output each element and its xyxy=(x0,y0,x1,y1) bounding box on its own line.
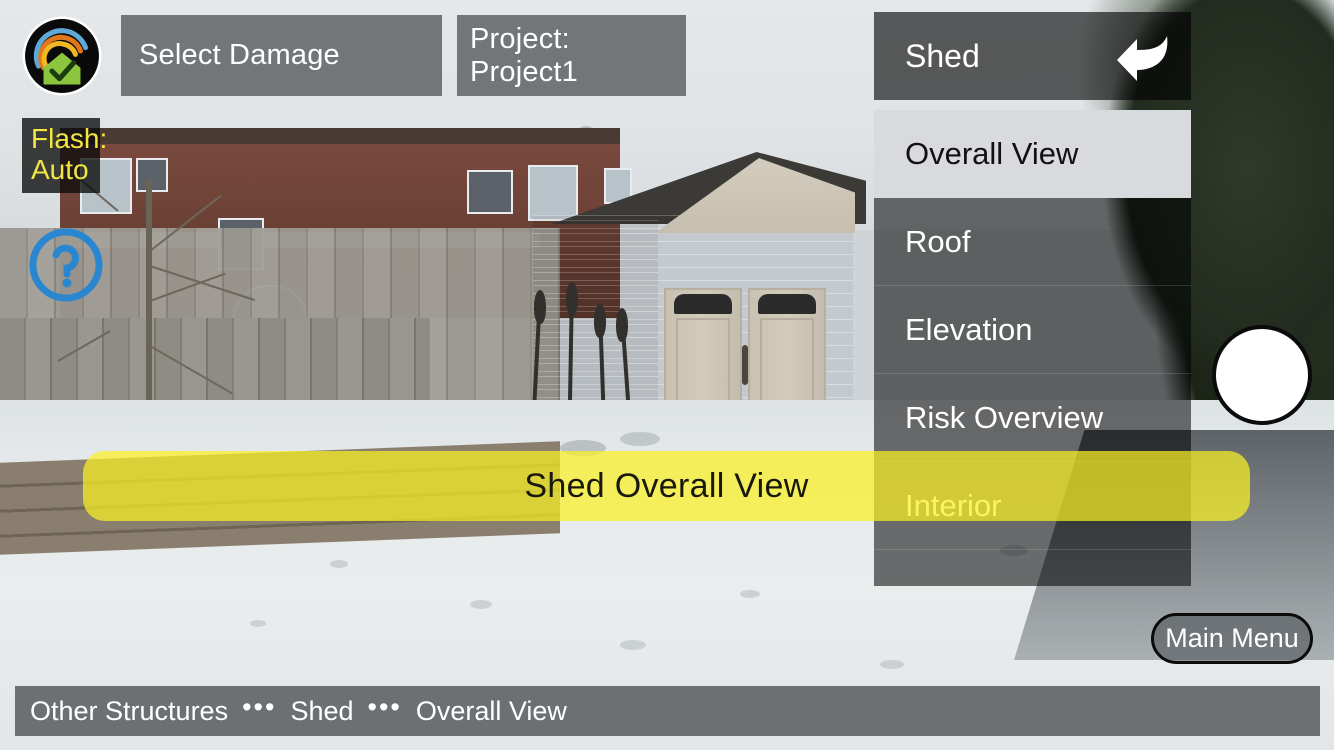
garden-pole-tip xyxy=(566,282,578,316)
camera-shutter-button[interactable] xyxy=(1212,325,1312,425)
garden-pole-tip xyxy=(594,304,606,338)
menu-item-risk-overview[interactable]: Risk Overview xyxy=(874,374,1191,462)
capture-instruction-label: Shed Overall View xyxy=(524,466,809,505)
breadcrumb-item-other-structures[interactable]: Other Structures xyxy=(30,696,228,727)
camera-capture-screen: Select Damage Project: Project1 Flash: A… xyxy=(0,0,1334,750)
capture-instruction-banner: Shed Overall View xyxy=(83,451,1250,521)
menu-item-overall-view[interactable]: Overall View xyxy=(874,110,1191,198)
main-menu-label: Main Menu xyxy=(1165,623,1299,653)
garden-pole-tip xyxy=(534,290,546,324)
building-window xyxy=(528,165,578,221)
snow-speck xyxy=(330,560,348,568)
shed-door-handle xyxy=(742,345,748,385)
snow-speck xyxy=(620,640,646,650)
project-label: Project: Project1 xyxy=(470,22,578,88)
snow-speck xyxy=(250,620,266,627)
building-window xyxy=(136,158,168,192)
select-damage-label: Select Damage xyxy=(139,39,340,71)
rock xyxy=(620,432,660,446)
menu-item-label: Overall View xyxy=(905,136,1079,171)
select-damage-button[interactable]: Select Damage xyxy=(121,15,442,96)
menu-item-elevation[interactable]: Elevation xyxy=(874,286,1191,374)
category-menu-title: Shed xyxy=(905,37,980,74)
breadcrumb-item-overall-view[interactable]: Overall View xyxy=(416,696,567,727)
breadcrumb-separator: ••• xyxy=(367,691,402,722)
main-menu-button[interactable]: Main Menu xyxy=(1151,613,1313,664)
breadcrumb-separator: ••• xyxy=(242,691,277,722)
menu-item-label: Elevation xyxy=(905,311,1033,347)
question-mark-circle-icon[interactable] xyxy=(26,225,106,305)
shed-door-window xyxy=(674,294,732,314)
breadcrumb: Other Structures ••• Shed ••• Overall Vi… xyxy=(15,686,1320,736)
category-menu-header: Shed xyxy=(874,12,1191,100)
menu-item-roof[interactable]: Roof xyxy=(874,198,1191,286)
breadcrumb-item-shed[interactable]: Shed xyxy=(290,696,353,727)
menu-item-label: Risk Overview xyxy=(905,399,1104,435)
flash-value: Auto xyxy=(31,154,89,185)
menu-item-label: Roof xyxy=(905,223,971,259)
house-check-logo-icon[interactable] xyxy=(20,14,104,98)
back-arrow-icon[interactable] xyxy=(1113,30,1175,82)
snow-speck xyxy=(880,660,904,669)
snow-speck xyxy=(470,600,492,609)
flash-indicator[interactable]: Flash: Auto xyxy=(22,118,108,193)
building-window xyxy=(467,170,513,214)
snow-speck xyxy=(740,590,760,598)
project-button[interactable]: Project: Project1 xyxy=(457,15,686,96)
flash-label: Flash: xyxy=(31,123,108,154)
garden-pole-tip xyxy=(616,308,628,342)
shed-door-window xyxy=(758,294,816,314)
